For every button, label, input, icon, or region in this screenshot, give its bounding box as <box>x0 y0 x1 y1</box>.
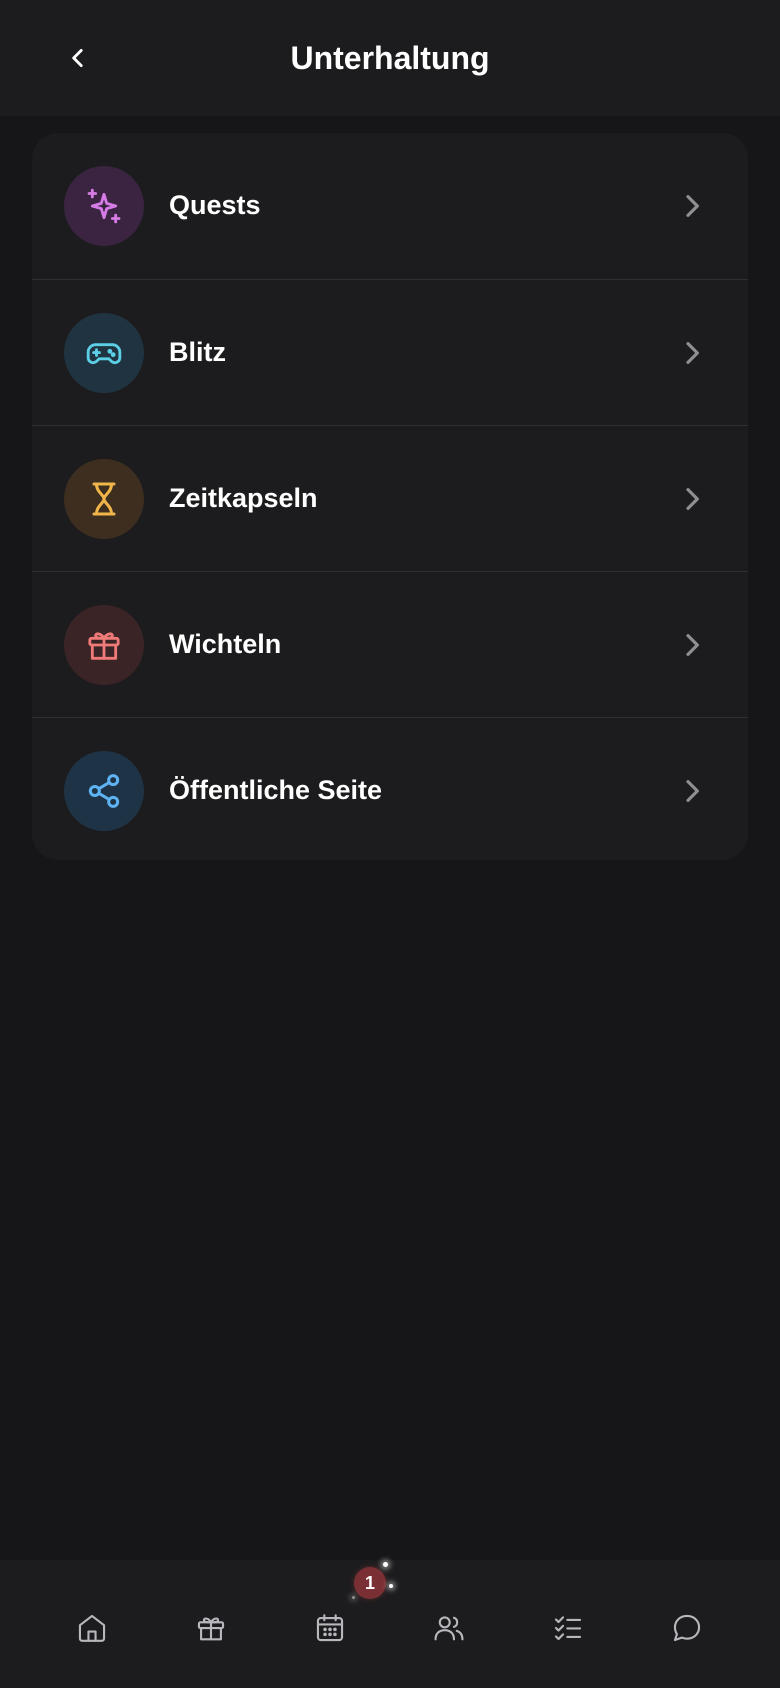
chevron-right-icon <box>686 342 699 364</box>
menu-item-wichteln[interactable]: Wichteln <box>32 571 748 717</box>
calendar-badge: 1 <box>354 1567 386 1599</box>
nav-item-calendar[interactable] <box>306 1604 354 1652</box>
badge-sparkle <box>383 1562 388 1567</box>
chevron-right-icon <box>686 195 699 217</box>
gift-icon <box>197 1617 225 1641</box>
checklist-icon <box>554 1616 582 1641</box>
icon-circle-zeitkapseln <box>64 459 144 539</box>
menu-item-label: Öffentliche Seite <box>169 775 383 805</box>
icon-circle-quests <box>64 166 144 246</box>
header: Unterhaltung <box>0 0 780 116</box>
chat-icon <box>673 1614 701 1642</box>
menu-item-label: Blitz <box>169 337 226 367</box>
nav-item-gifts[interactable] <box>187 1604 235 1652</box>
icon-circle-oeffentliche-seite <box>64 751 144 831</box>
badge-sparkle <box>352 1596 355 1599</box>
menu-item-zeitkapseln[interactable]: Zeitkapseln <box>32 425 748 571</box>
page-title: Unterhaltung <box>290 40 490 76</box>
menu-item-label: Zeitkapseln <box>169 483 318 513</box>
calendar-icon <box>316 1614 344 1642</box>
badge-sparkle <box>389 1584 393 1588</box>
menu-item-label: Wichteln <box>169 629 282 659</box>
menu-item-blitz[interactable]: Blitz <box>32 279 748 425</box>
nav-item-chat[interactable] <box>663 1604 711 1652</box>
bottom-nav <box>0 1560 780 1688</box>
chevron-right-icon <box>686 634 699 656</box>
screen: Unterhaltung Quests Blitz Zeitkapseln Wi… <box>0 0 780 1688</box>
share-icon <box>88 774 120 808</box>
nav-item-people[interactable] <box>425 1604 473 1652</box>
menu-item-oeffentliche-seite[interactable]: Öffentliche Seite <box>32 717 748 860</box>
gamepad-icon <box>86 343 122 365</box>
users-icon <box>434 1616 464 1641</box>
gift-icon <box>88 632 120 660</box>
nav-item-tasks[interactable] <box>544 1604 592 1652</box>
hourglass-icon <box>92 482 116 516</box>
chevron-right-icon <box>686 488 699 510</box>
menu-item-quests[interactable]: Quests <box>32 133 748 279</box>
sparkles-icon <box>87 188 121 224</box>
icon-circle-blitz <box>64 313 144 393</box>
menu-item-label: Quests <box>169 190 261 220</box>
chevron-right-icon <box>686 780 699 802</box>
menu-card: Quests Blitz Zeitkapseln Wichteln Öffent… <box>32 133 748 860</box>
nav-item-home[interactable] <box>68 1604 116 1652</box>
home-icon <box>78 1614 106 1642</box>
icon-circle-wichteln <box>64 605 144 685</box>
